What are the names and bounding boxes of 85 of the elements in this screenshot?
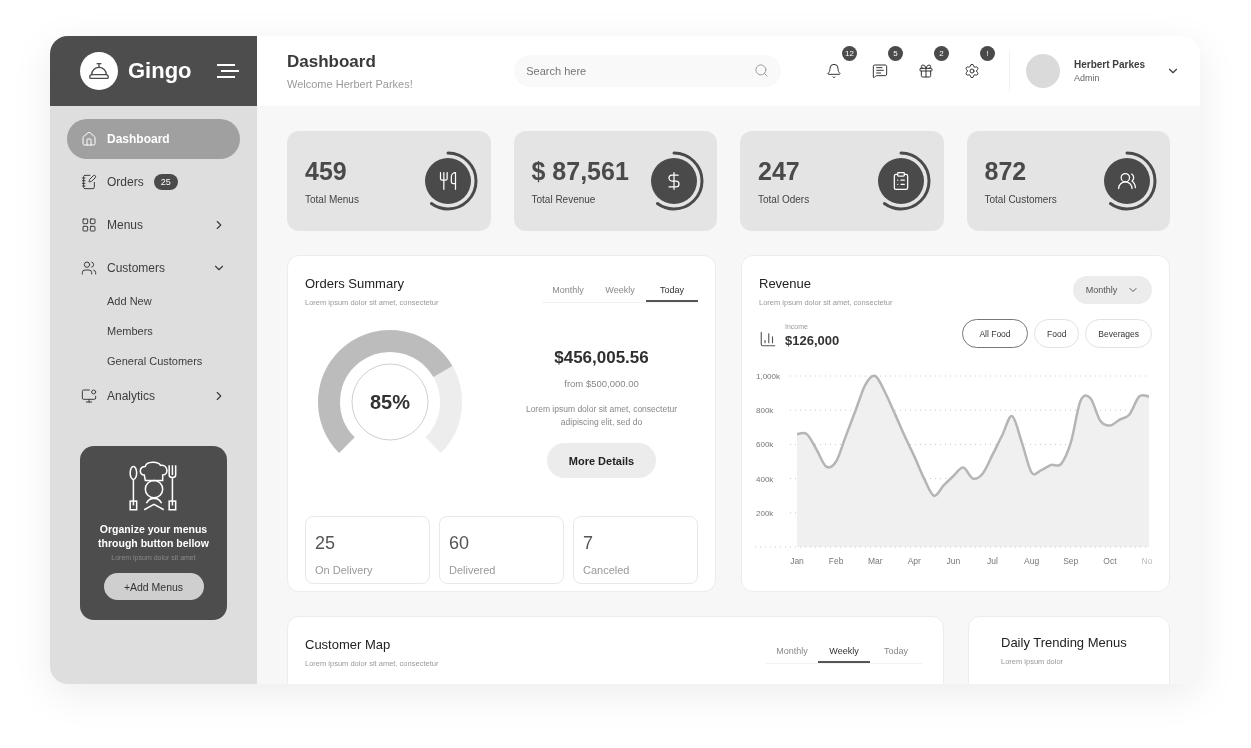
- nav-subitem[interactable]: Members: [67, 316, 240, 346]
- axis-label: Aug: [1024, 556, 1040, 566]
- tab[interactable]: Weekly: [818, 646, 870, 663]
- logo-icon: [80, 52, 118, 90]
- gauge-reading: 85%: [370, 390, 410, 414]
- nav-item[interactable]: Menus: [67, 205, 240, 245]
- message-icon: [872, 63, 888, 79]
- user-name: Herbert Parkes: [1074, 59, 1147, 70]
- stat-label: Total Revenue: [531, 194, 597, 205]
- bell-icon: [826, 63, 842, 79]
- axis-label: Mar: [867, 556, 883, 566]
- filter-chip[interactable]: Beverages: [1085, 319, 1152, 348]
- notepad-icon: [81, 174, 97, 190]
- axis-label: 800k: [756, 406, 774, 416]
- avatar: [1026, 54, 1060, 88]
- axis-label: 400k: [756, 474, 774, 484]
- count-value: 60: [449, 533, 471, 554]
- card-title: Revenue: [759, 276, 813, 291]
- axis-label: Sep: [1063, 556, 1079, 566]
- home-icon: [81, 131, 97, 147]
- target-text: from $500,000.00: [564, 378, 639, 389]
- card-title: Customer Map: [305, 637, 392, 652]
- axis-label: Jul: [987, 556, 998, 566]
- period-dropdown[interactable]: Monthly: [1073, 276, 1152, 304]
- users-icon: [81, 260, 97, 276]
- welcome-text: Welcome Herbert Parkes!: [287, 78, 414, 90]
- gift-icon: [918, 63, 934, 79]
- axis-label: 1,000k: [756, 372, 781, 381]
- settings-icon: [964, 63, 980, 79]
- count-label: Canceled: [583, 564, 631, 576]
- stat-value: $ 87,561: [531, 157, 630, 186]
- count-badge: 2: [934, 46, 949, 61]
- stat-label: Total Oders: [758, 194, 811, 205]
- axis-label: Jun: [946, 556, 961, 566]
- tab[interactable]: Weekly: [594, 285, 646, 302]
- user-role: Admin: [1074, 73, 1101, 83]
- stat-value: 247: [758, 157, 801, 186]
- axis-label: Apr: [907, 556, 921, 566]
- brand-name: Gingo: [128, 58, 193, 84]
- tab[interactable]: Today: [646, 285, 698, 302]
- search-icon: [754, 63, 769, 78]
- users-icon: [1117, 171, 1137, 191]
- utensils-icon: [437, 171, 458, 191]
- axis-label: No: [1141, 556, 1153, 566]
- axis-label: Oct: [1103, 556, 1117, 566]
- count-label: Delivered: [449, 564, 497, 576]
- stat-value: 872: [984, 157, 1028, 186]
- card-title: Daily Trending Menus: [1001, 635, 1128, 650]
- stat-label: Total Menus: [305, 194, 360, 205]
- count-label: On Delivery: [315, 564, 374, 576]
- count-value: 7: [583, 533, 594, 554]
- nav-subitem[interactable]: Add New: [67, 286, 240, 316]
- description: Lorem ipsum dolor sit amet, consectetur adipiscing elit, sed do: [524, 403, 679, 429]
- count-badge: 5: [888, 46, 903, 61]
- stat-label: Total Customers: [984, 194, 1058, 205]
- count-badge: !: [980, 46, 995, 61]
- tab[interactable]: Monthly: [542, 285, 594, 302]
- amount: $456,005.56: [554, 348, 649, 368]
- axis-label: 600k: [756, 440, 774, 450]
- count-value: 25: [315, 533, 337, 554]
- count-badge: 12: [842, 46, 857, 61]
- more-details-button[interactable]: More Details: [547, 443, 656, 478]
- nav-item[interactable]: Orders 25: [67, 162, 240, 202]
- axis-label: Jan: [790, 556, 804, 566]
- count-badge: 25: [153, 174, 178, 190]
- add-menus-button[interactable]: +Add Menus: [103, 573, 204, 600]
- card-title: Orders Summary: [305, 276, 405, 291]
- nav-item[interactable]: Analytics: [67, 376, 240, 416]
- nav-subitem[interactable]: General Customers: [67, 346, 240, 376]
- bar-chart-icon: [759, 330, 777, 348]
- income-value: $126,000: [785, 333, 841, 348]
- axis-label: Feb: [828, 556, 844, 566]
- axis-label: 200k: [756, 508, 774, 518]
- promo-title: Organize your menus through button bellow: [97, 522, 210, 550]
- page-title: Dashboard: [287, 52, 377, 72]
- stat-value: 459: [305, 157, 348, 186]
- filter-chip[interactable]: Food: [1034, 319, 1080, 348]
- menu-icon[interactable]: [217, 64, 239, 78]
- filter-chip[interactable]: All Food: [962, 319, 1028, 348]
- tab[interactable]: Today: [870, 646, 922, 663]
- search-field[interactable]: Search here: [514, 55, 781, 87]
- tab[interactable]: Monthly: [766, 646, 818, 663]
- nav-item[interactable]: Customers: [67, 248, 240, 288]
- grid-icon: [81, 217, 97, 233]
- monitor-icon: [81, 388, 97, 404]
